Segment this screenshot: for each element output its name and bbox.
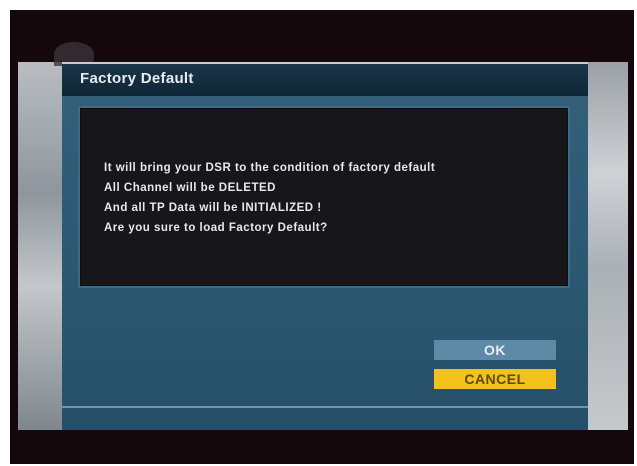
ok-button[interactable]: OK <box>434 340 556 360</box>
message-line-4: Are you sure to load Factory Default? <box>104 222 328 234</box>
message-panel: It will bring your DSR to the condition … <box>78 106 570 288</box>
factory-default-dialog: Factory Default It will bring your DSR t… <box>62 62 588 430</box>
message-line-1: It will bring your DSR to the condition … <box>104 162 436 174</box>
screen-bottom-border <box>10 430 634 464</box>
cancel-button[interactable]: CANCEL <box>434 369 556 389</box>
message-line-2: All Channel will be DELETED <box>104 182 276 194</box>
tv-screen: Factory Default It will bring your DSR t… <box>10 10 634 464</box>
dialog-bottom-divider <box>62 406 588 408</box>
dialog-title-bar: Factory Default <box>62 64 588 96</box>
dialog-title: Factory Default <box>80 70 194 87</box>
message-line-3: And all TP Data will be INITIALIZED ! <box>104 202 322 214</box>
